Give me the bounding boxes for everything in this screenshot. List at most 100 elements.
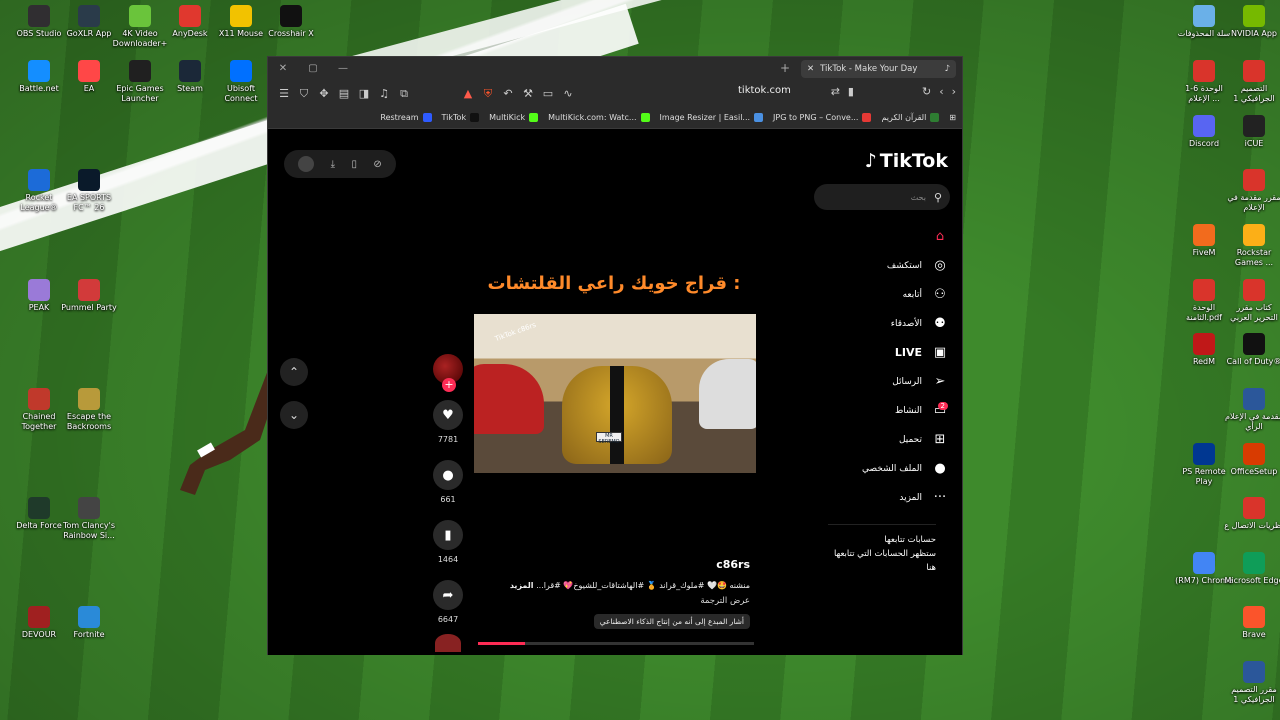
bookmark-2[interactable]: MultiKick [489, 113, 539, 122]
screenshot-icon[interactable]: ⧉ [394, 87, 414, 101]
close-tab-icon[interactable]: ✕ [807, 64, 814, 74]
desktop-icon-label: Call of Duty® [1226, 357, 1280, 366]
bookmark-icon[interactable]: ▮ [848, 85, 854, 98]
reload-icon[interactable]: ↻ [922, 85, 931, 98]
logo-text: TikTok [879, 150, 948, 172]
sidebar-item-more[interactable]: المزيد ··· [808, 483, 948, 512]
desktop-left-icon-12[interactable]: EA SPORTS FC™ 26 [59, 169, 119, 213]
download-icon[interactable]: ⤓ [331, 159, 335, 170]
desktop-right-icon-15[interactable]: OfficeSetup [1224, 443, 1280, 477]
desktop-icon-label: Brave [1242, 630, 1266, 639]
sidebar-item-label: الملف الشخصي [862, 463, 922, 474]
forward-icon[interactable]: › [952, 85, 956, 98]
toggle-icon[interactable] [298, 156, 315, 172]
desktop-right-icon-18[interactable]: Microsoft Edge [1224, 552, 1280, 586]
sidebar-item-friends[interactable]: الأصدقاء ⚉ [808, 309, 948, 338]
minimize-window-icon[interactable]: — [328, 63, 358, 74]
creator-avatar[interactable]: + [433, 354, 463, 392]
warning-icon[interactable]: ▲ [458, 87, 478, 100]
music-icon[interactable]: ♫ [374, 87, 394, 100]
desktop-left-icon-10[interactable]: Ubisoft Connect [211, 60, 271, 104]
desktop-left-icon-16[interactable]: Escape the Backrooms [59, 388, 119, 432]
menu-icon[interactable]: ☰ [274, 87, 294, 100]
sidebar-item-upload[interactable]: تحميل ⊞ [808, 425, 948, 454]
desktop-right-icon-3[interactable]: التصميم الجرافيكي 1 [1224, 60, 1280, 104]
desktop-right-icon-19[interactable]: Brave [1224, 606, 1280, 640]
browser-window: ✕ ▢ — + ✕ TikTok - Make Your Day ♪ ☰ ⛉ ✥… [267, 56, 963, 655]
video-progress-bar[interactable] [478, 642, 754, 645]
desktop-left-icon-18[interactable]: Tom Clancy's Rainbow Si... [59, 497, 119, 541]
bookmark-save-icon[interactable]: ▮ [433, 520, 463, 550]
panels-icon[interactable]: ▤ [334, 87, 354, 100]
close-window-icon[interactable]: ✕ [268, 63, 298, 74]
sidebar-item-home[interactable]: ⌂ [808, 222, 948, 251]
video-player[interactable]: MR SEREMO TikTok c86rs [474, 314, 756, 473]
desktop-right-icon-20[interactable]: مقرر التصميم الجرافيكي 1 [1224, 661, 1280, 705]
sound-avatar[interactable] [435, 634, 461, 652]
video-description: منشنه 🤩🤍 #ملوك_قراند 🏅 #الهاشتاقات_للشيو… [484, 581, 750, 590]
more-link[interactable]: المزيد [510, 581, 534, 590]
sidebar-item-label: المزيد [899, 492, 922, 503]
back-icon[interactable]: ‹ [939, 85, 943, 98]
address-bar[interactable]: tiktok.com [738, 85, 791, 96]
bookmark-5[interactable]: JPG to PNG – Conve... [773, 113, 872, 122]
cast-icon[interactable]: ▭ [538, 87, 558, 100]
new-tab-icon[interactable]: + [780, 61, 790, 75]
sidebar-item-live[interactable]: LIVE ▣ [808, 338, 948, 367]
extensions-icon[interactable]: ✥ [314, 87, 334, 100]
sidebar-item-label: النشاط [894, 405, 922, 416]
comment-icon[interactable]: ● [433, 460, 463, 490]
bookmark-label: TikTok [441, 113, 467, 122]
desktop-right-icon-13[interactable]: مقدمة في الإعلام الرأي [1224, 388, 1280, 432]
nav-bar: ☰ ⛉ ✥ ▤ ◨ ♫ ⧉ ▲ ⛨ ↶ ⚒ ▭ ∿ tiktok.com ⇄ ▮… [268, 80, 962, 107]
bookmark-6[interactable]: القرآن الكريم [881, 113, 940, 122]
tools-icon[interactable]: ⚒ [518, 87, 538, 100]
search-icon[interactable]: ⚲ [934, 191, 942, 204]
desktop-left-icon-14[interactable]: Pummel Party [59, 279, 119, 313]
shield-icon[interactable]: ⛉ [294, 87, 314, 101]
video-frame-red-car [474, 364, 544, 434]
desktop-right-icon-8[interactable]: Rockstar Games ... [1224, 224, 1280, 268]
phone-icon[interactable]: ▯ [351, 159, 357, 170]
desktop-right-icon-1[interactable]: NVIDIA App [1224, 5, 1280, 39]
desktop-right-icon-16[interactable]: نظريات الاتصال ع [1224, 497, 1280, 531]
undo-icon[interactable]: ↶ [498, 87, 518, 100]
previous-video-button[interactable]: ⌃ [280, 358, 308, 386]
desktop-right-icon-10[interactable]: كتاب مقرر التحرير العربي [1224, 279, 1280, 323]
share-icon[interactable]: ➦ [433, 580, 463, 610]
app-icon [28, 606, 50, 628]
sidebar-item-messages[interactable]: الرسائل ➢ [808, 367, 948, 396]
sidebar-item-activity[interactable]: النشاط ▭ 2 [808, 396, 948, 425]
app-icon [179, 60, 201, 82]
follow-plus-icon[interactable]: + [442, 378, 456, 392]
tiktok-logo[interactable]: ♪ TikTok [865, 150, 948, 172]
bookmark-3[interactable]: MultiKick.com: Watc... [548, 113, 650, 122]
bookmark-0[interactable]: Restream [380, 113, 432, 122]
creator-username[interactable]: c86rs [484, 558, 750, 571]
tab-tiktok[interactable]: ✕ TikTok - Make Your Day ♪ [801, 60, 956, 78]
see-translation-link[interactable]: عرض الترجمة [484, 596, 750, 606]
bookmark-label: MultiKick.com: Watc... [548, 113, 637, 122]
audio-icon[interactable]: ∿ [558, 87, 578, 100]
sidebar-item-profile[interactable]: الملف الشخصي ● [808, 454, 948, 483]
desktop-right-icon-5[interactable]: iCUE [1224, 115, 1280, 149]
sidebar-item-explore[interactable]: استكشف ◎ [808, 251, 948, 280]
sidebar-item-following[interactable]: أتابعه ⚇ [808, 280, 948, 309]
desktop-left-icon-5[interactable]: Crosshair X [261, 5, 321, 39]
maximize-window-icon[interactable]: ▢ [298, 63, 328, 74]
brave-shield-icon[interactable]: ⛨ [478, 87, 498, 101]
bookmarks-menu-icon[interactable]: ⊞ [949, 113, 956, 122]
desktop-left-icon-20[interactable]: Fortnite [59, 606, 119, 640]
sidebar-icon[interactable]: ◨ [354, 87, 374, 100]
bookmark-4[interactable]: Image Resizer | Easil... [660, 113, 764, 122]
next-video-button[interactable]: ⌄ [280, 401, 308, 429]
compass-icon[interactable]: ⊘ [373, 159, 381, 170]
bookmark-1[interactable]: TikTok [442, 113, 480, 122]
search-input[interactable]: بحث ⚲ [814, 184, 950, 210]
desktop-right-icon-12[interactable]: Call of Duty® [1224, 333, 1280, 367]
site-settings-icon[interactable]: ⇄ [831, 85, 840, 98]
home-icon: ⌂ [935, 229, 945, 244]
heart-icon[interactable]: ♥ [433, 400, 463, 430]
desktop-right-icon-6[interactable]: مقرر مقدمة في الإعلام [1224, 169, 1280, 213]
desktop-icon-label: Ubisoft Connect [224, 84, 258, 103]
